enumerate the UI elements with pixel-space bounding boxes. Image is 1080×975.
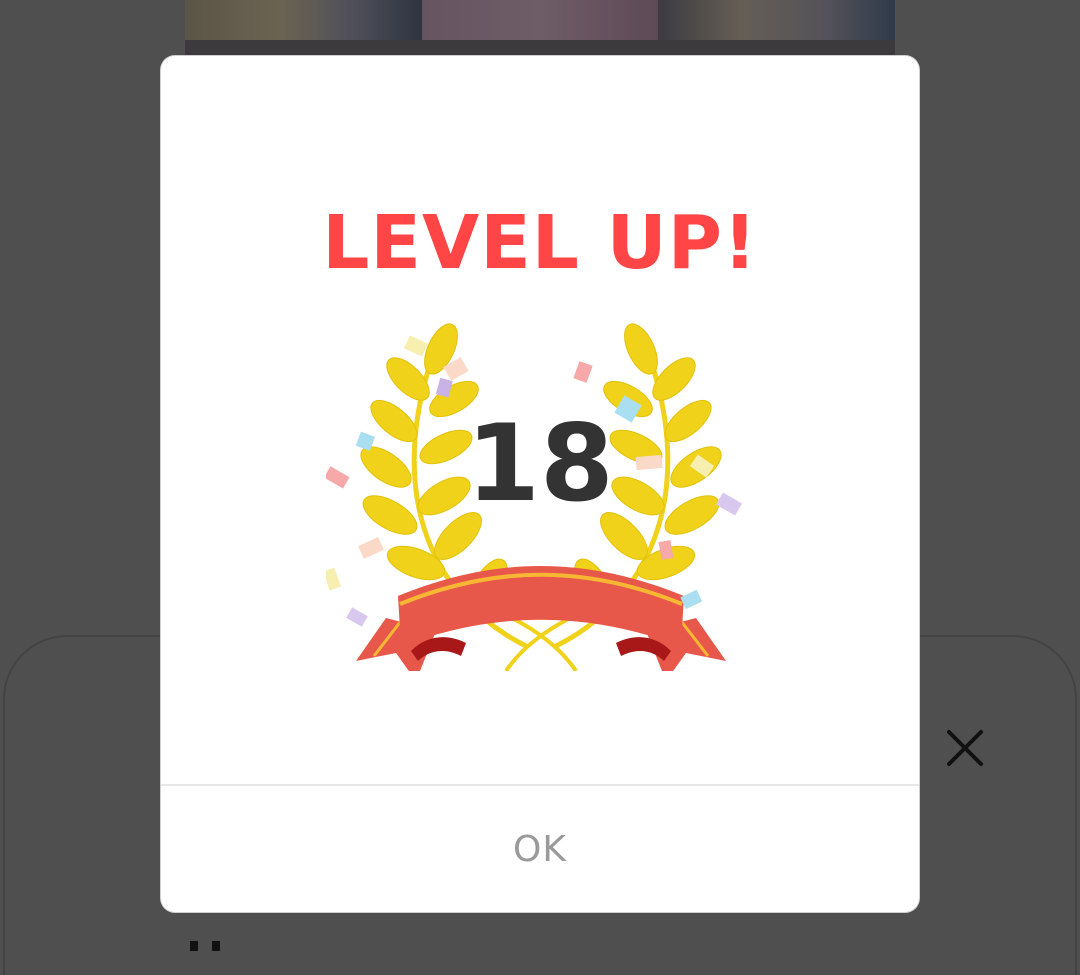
background-thumbnail-strip bbox=[185, 0, 896, 55]
level-up-dialog: LEVEL UP! 18 OK bbox=[161, 56, 919, 912]
dialog-title: LEVEL UP! bbox=[322, 200, 758, 286]
level-number: 18 bbox=[466, 402, 614, 525]
background-thumbnail bbox=[658, 0, 896, 40]
close-icon[interactable] bbox=[945, 728, 985, 768]
ok-button[interactable]: OK bbox=[161, 786, 919, 912]
background-heading-fragment bbox=[186, 936, 226, 951]
background-thumbnail bbox=[421, 0, 659, 40]
background-thumbnail bbox=[185, 0, 422, 40]
